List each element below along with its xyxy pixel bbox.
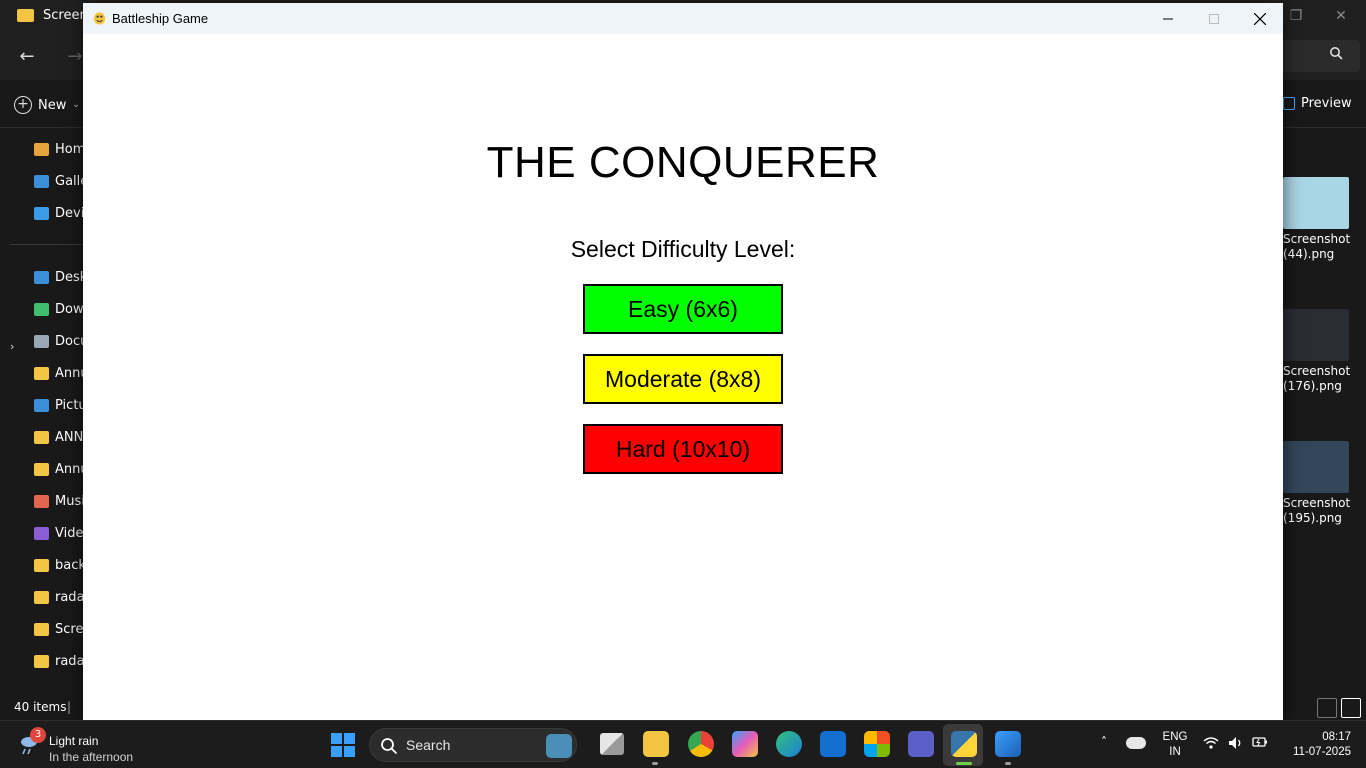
volume-icon[interactable] xyxy=(1228,736,1244,752)
video-icon xyxy=(34,526,49,540)
copilot-icon[interactable] xyxy=(732,731,758,757)
chevron-down-icon: ⌄ xyxy=(72,100,80,110)
game-window-title: Battleship Game xyxy=(112,11,209,26)
file-explorer-icon[interactable] xyxy=(643,731,669,757)
weather-subtitle: In the afternoon xyxy=(49,750,134,764)
hard-button[interactable]: Hard (10x10) xyxy=(583,424,783,474)
photos-icon[interactable] xyxy=(995,731,1021,757)
search-placeholder: Search xyxy=(406,737,451,753)
preview-label: Preview xyxy=(1301,96,1352,111)
folder-icon xyxy=(34,558,49,572)
tiles-view-icon[interactable] xyxy=(1341,698,1361,718)
item-count: 40 items xyxy=(14,700,67,714)
active-indicator xyxy=(956,762,972,765)
back-arrow-icon[interactable]: ← xyxy=(16,46,38,68)
desktop-icon xyxy=(34,270,49,284)
weather-widget[interactable]: 3 Light rain In the afternoon xyxy=(16,726,156,764)
file-name[interactable]: Screenshot (195).png xyxy=(1283,496,1363,526)
desktop-screen: Screens ❐ ✕ ← → + New ⌄ Preview › Home Ga… xyxy=(0,0,1366,768)
minimize-button[interactable] xyxy=(1145,3,1191,34)
language-indicator[interactable]: ENG IN xyxy=(1160,730,1190,760)
game-titlebar: Battleship Game xyxy=(83,3,1283,34)
taskbar: 3 Light rain In the afternoon Search ˄ E… xyxy=(0,720,1366,768)
running-indicator xyxy=(1005,762,1011,765)
folder-icon xyxy=(34,654,49,668)
outlook-icon[interactable] xyxy=(820,731,846,757)
select-difficulty-label: Select Difficulty Level: xyxy=(570,236,796,262)
chrome-icon[interactable] xyxy=(688,731,714,757)
search-icon[interactable] xyxy=(1327,46,1345,64)
clock-date: 11-07-2025 xyxy=(1293,746,1351,758)
battleship-game-window: Battleship Game THE CONQUERER Select Dif… xyxy=(83,3,1283,720)
new-button[interactable]: + New ⌄ xyxy=(14,92,80,118)
gallery-icon xyxy=(34,174,49,188)
region-code: IN xyxy=(1169,746,1181,758)
clock-time: 08:17 xyxy=(1322,731,1351,743)
file-thumbnail[interactable] xyxy=(1283,309,1349,361)
folder-icon xyxy=(34,590,49,604)
notification-badge: 3 xyxy=(30,727,46,743)
game-canvas: THE CONQUERER Select Difficulty Level: E… xyxy=(83,34,1283,720)
taskbar-search-input[interactable]: Search xyxy=(369,728,577,762)
store-icon[interactable] xyxy=(864,731,890,757)
search-highlight-icon xyxy=(546,734,572,758)
edge-icon[interactable] xyxy=(776,731,802,757)
folder-icon xyxy=(34,430,49,444)
details-view-icon[interactable] xyxy=(1317,698,1337,718)
chevron-up-icon[interactable]: ˄ xyxy=(1097,735,1111,749)
folder-icon xyxy=(34,622,49,636)
sidebar-item[interactable]: radar xyxy=(34,651,90,671)
moderate-button[interactable]: Moderate (8x8) xyxy=(583,354,783,404)
easy-button[interactable]: Easy (6x6) xyxy=(583,284,783,334)
file-thumbnail[interactable] xyxy=(1283,177,1349,229)
maximize-button[interactable] xyxy=(1191,3,1237,34)
sidebar-divider xyxy=(10,244,83,245)
home-icon xyxy=(34,142,49,156)
minimize-icon xyxy=(1163,18,1173,19)
download-icon xyxy=(34,302,49,316)
restore-icon[interactable]: ❐ xyxy=(1286,6,1306,26)
weather-title: Light rain xyxy=(49,734,99,748)
search-icon xyxy=(381,738,398,755)
status-separator: | xyxy=(67,700,72,714)
clock[interactable]: 08:17 11-07-2025 xyxy=(1283,730,1351,760)
sidebar-item[interactable]: radar xyxy=(34,587,90,607)
python-snake-icon xyxy=(93,12,106,25)
explorer-search-input[interactable] xyxy=(1280,40,1360,72)
close-icon[interactable]: ✕ xyxy=(1331,6,1351,26)
battery-icon[interactable] xyxy=(1252,736,1268,752)
python-icon[interactable] xyxy=(951,731,977,757)
chevron-right-icon[interactable]: › xyxy=(10,340,14,353)
language-code: ENG xyxy=(1162,731,1188,743)
document-icon xyxy=(34,334,49,348)
sidebar-item[interactable]: Annu xyxy=(34,363,89,383)
onedrive-cloud-icon[interactable] xyxy=(1126,737,1146,749)
folder-icon xyxy=(34,462,49,476)
pictures-icon xyxy=(34,398,49,412)
new-button-label: New xyxy=(38,97,67,113)
music-icon xyxy=(34,494,49,508)
folder-icon xyxy=(17,9,34,22)
folder-icon xyxy=(34,366,49,380)
teams-icon[interactable] xyxy=(908,731,934,757)
windows-start-icon[interactable] xyxy=(331,733,355,757)
running-indicator xyxy=(652,762,658,765)
task-view-icon[interactable] xyxy=(600,733,624,755)
close-button[interactable] xyxy=(1237,3,1283,34)
close-icon xyxy=(1254,12,1266,25)
file-thumbnail[interactable] xyxy=(1283,441,1349,493)
file-name[interactable]: Screenshot (44).png xyxy=(1283,232,1363,262)
wifi-icon[interactable] xyxy=(1203,736,1219,752)
sidebar-item[interactable]: Annu xyxy=(34,459,89,479)
maximize-icon xyxy=(1209,13,1219,24)
game-heading: THE CONQUERER xyxy=(486,138,880,187)
file-name[interactable]: Screenshot (176).png xyxy=(1283,364,1363,394)
onedrive-icon xyxy=(34,206,49,220)
plus-icon: + xyxy=(14,96,32,114)
preview-pane-icon xyxy=(1283,97,1295,110)
preview-button[interactable]: Preview xyxy=(1283,96,1352,111)
